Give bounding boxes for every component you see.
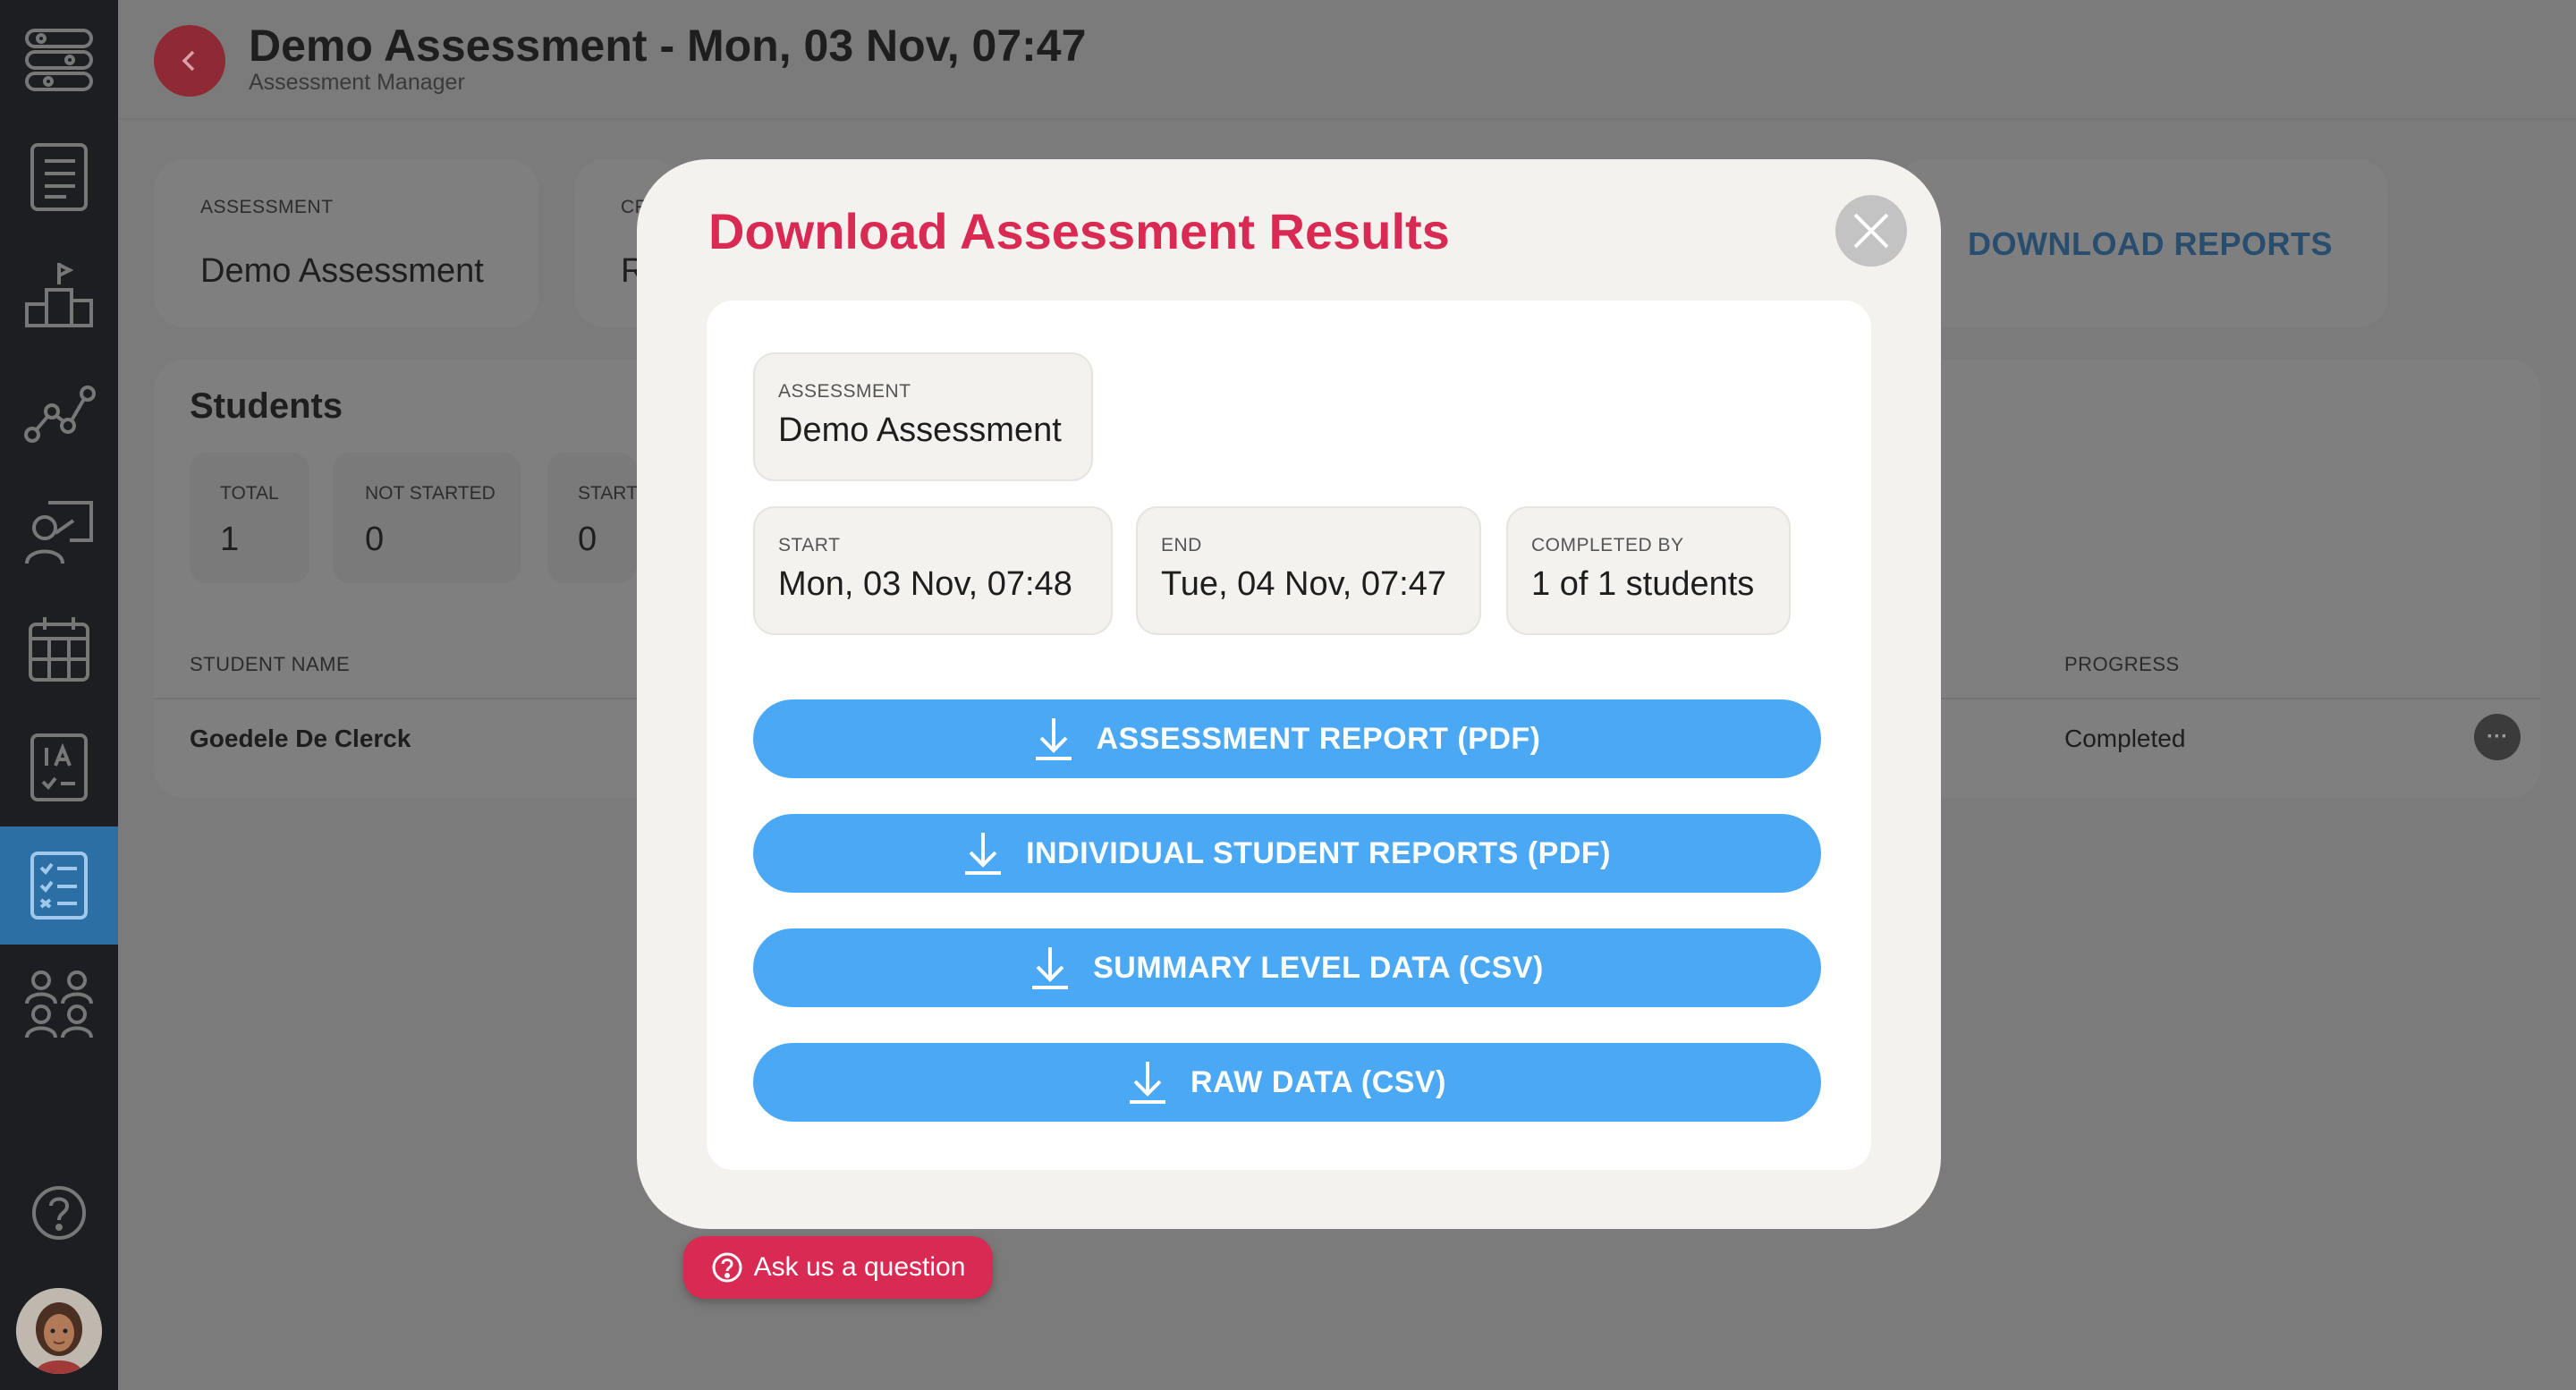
ia-checklist-icon [30,733,88,801]
stat-started-value: 0 [578,521,597,558]
close-button[interactable] [1835,195,1907,267]
sidebar-item-pathways[interactable] [0,0,118,118]
info-assessment-label: ASSESSMENT [778,381,911,402]
page-subtitle: Assessment Manager [249,70,465,95]
row-more-button[interactable]: ··· [2474,714,2521,760]
download-icon [1035,718,1072,760]
column-student-name[interactable]: STUDENT NAME [190,653,350,676]
trend-icon [24,386,96,443]
table-row-progress: Completed [2064,725,2186,752]
download-assessment-report-button[interactable]: ASSESSMENT REPORT (PDF) [753,699,1821,778]
download-summary-data-button[interactable]: SUMMARY LEVEL DATA (CSV) [753,928,1821,1007]
stat-not-started-value: 0 [365,521,385,558]
page-title: Demo Assessment - Mon, 03 Nov, 07:47 [249,21,1087,71]
sidebar-item-calendar[interactable] [0,590,118,708]
ask-question-button[interactable]: Ask us a question [683,1236,993,1299]
info-end: END Tue, 04 Nov, 07:47 [1136,506,1481,635]
sidebar-item-help[interactable] [0,1154,118,1272]
back-button[interactable] [154,25,225,97]
sidebar-item-teacher[interactable] [0,472,118,590]
download-summary-data-label: SUMMARY LEVEL DATA (CSV) [1093,950,1544,985]
user-avatar-icon [16,1288,102,1374]
page-header: Demo Assessment - Mon, 03 Nov, 07:47 Ass… [118,0,2576,120]
assessment-card-label: ASSESSMENT [200,197,334,217]
podium-icon [25,263,93,327]
stat-not-started: NOT STARTED 0 [333,453,521,583]
assessment-card-value: Demo Assessment [200,252,484,290]
info-assessment: ASSESSMENT Demo Assessment [753,352,1093,481]
info-end-label: END [1161,535,1202,555]
download-raw-data-button[interactable]: RAW DATA (CSV) [753,1043,1821,1122]
table-row-student-name[interactable]: Goedele De Clerck [190,725,411,753]
calendar-icon [29,617,89,682]
sidebar-item-ia[interactable] [0,708,118,826]
info-assessment-value: Demo Assessment [778,411,1062,449]
download-individual-reports-button[interactable]: INDIVIDUAL STUDENT REPORTS (PDF) [753,814,1821,893]
stat-not-started-label: NOT STARTED [365,483,496,504]
pathways-icon [25,29,93,91]
download-individual-reports-label: INDIVIDUAL STUDENT REPORTS (PDF) [1026,835,1611,870]
sidebar [0,0,118,1390]
download-reports-button[interactable]: DOWNLOAD REPORTS [1968,225,2333,263]
students-title: Students [190,386,343,426]
download-icon [1130,1062,1166,1104]
sidebar-item-podium[interactable] [0,236,118,354]
download-icon [965,833,1002,875]
group-icon [25,970,93,1038]
download-results-modal: Download Assessment Results ASSESSMENT D… [637,159,1941,1229]
modal-title: Download Assessment Results [708,203,1450,259]
more-dots-icon: ··· [2487,725,2508,749]
assessment-card: ASSESSMENT Demo Assessment [154,159,538,327]
sidebar-item-assessments[interactable] [0,826,118,945]
chevron-left-icon [182,50,195,72]
stat-total-value: 1 [220,521,240,558]
assessment-checklist-icon [30,852,88,920]
download-raw-data-label: RAW DATA (CSV) [1191,1064,1446,1099]
close-icon [1853,213,1889,249]
info-completed-by: COMPLETED BY 1 of 1 students [1506,506,1791,635]
sidebar-item-group[interactable] [0,945,118,1063]
stat-started-label: START [578,483,638,504]
ask-question-label: Ask us a question [753,1252,966,1282]
stat-started: START 0 [547,453,638,583]
column-progress[interactable]: PROGRESS [2064,653,2180,676]
download-icon [1032,947,1069,989]
sidebar-item-trend[interactable] [0,354,118,472]
sidebar-item-list[interactable] [0,118,118,236]
teacher-icon [25,501,93,564]
download-assessment-report-label: ASSESSMENT REPORT (PDF) [1096,721,1541,756]
info-completed-by-label: COMPLETED BY [1531,535,1684,555]
info-end-value: Tue, 04 Nov, 07:47 [1161,565,1446,603]
list-icon [30,143,88,211]
modal-content: ASSESSMENT Demo Assessment START Mon, 03… [707,301,1871,1170]
stat-total-label: TOTAL [220,483,279,504]
stat-total: TOTAL 1 [190,453,309,583]
info-start-value: Mon, 03 Nov, 07:48 [778,565,1072,603]
info-start-label: START [778,535,841,555]
avatar[interactable] [16,1288,102,1374]
info-completed-by-value: 1 of 1 students [1531,565,1755,603]
question-circle-icon [712,1252,742,1283]
help-icon [32,1186,86,1240]
info-start: START Mon, 03 Nov, 07:48 [753,506,1113,635]
